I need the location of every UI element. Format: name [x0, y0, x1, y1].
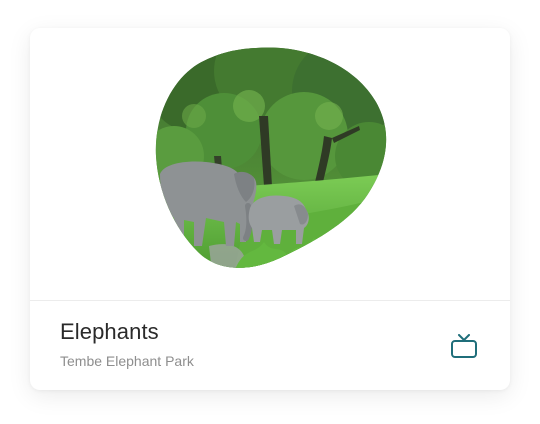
media-card[interactable]: Elephants Tembe Elephant Park — [30, 28, 510, 390]
elephant-photo-blob — [155, 47, 387, 268]
card-subtitle: Tembe Elephant Park — [60, 353, 194, 369]
card-media — [30, 28, 510, 300]
card-footer: Elephants Tembe Elephant Park — [30, 301, 510, 390]
tv-icon — [451, 334, 477, 358]
card-title: Elephants — [60, 319, 159, 344]
watch-button[interactable] — [446, 331, 482, 363]
